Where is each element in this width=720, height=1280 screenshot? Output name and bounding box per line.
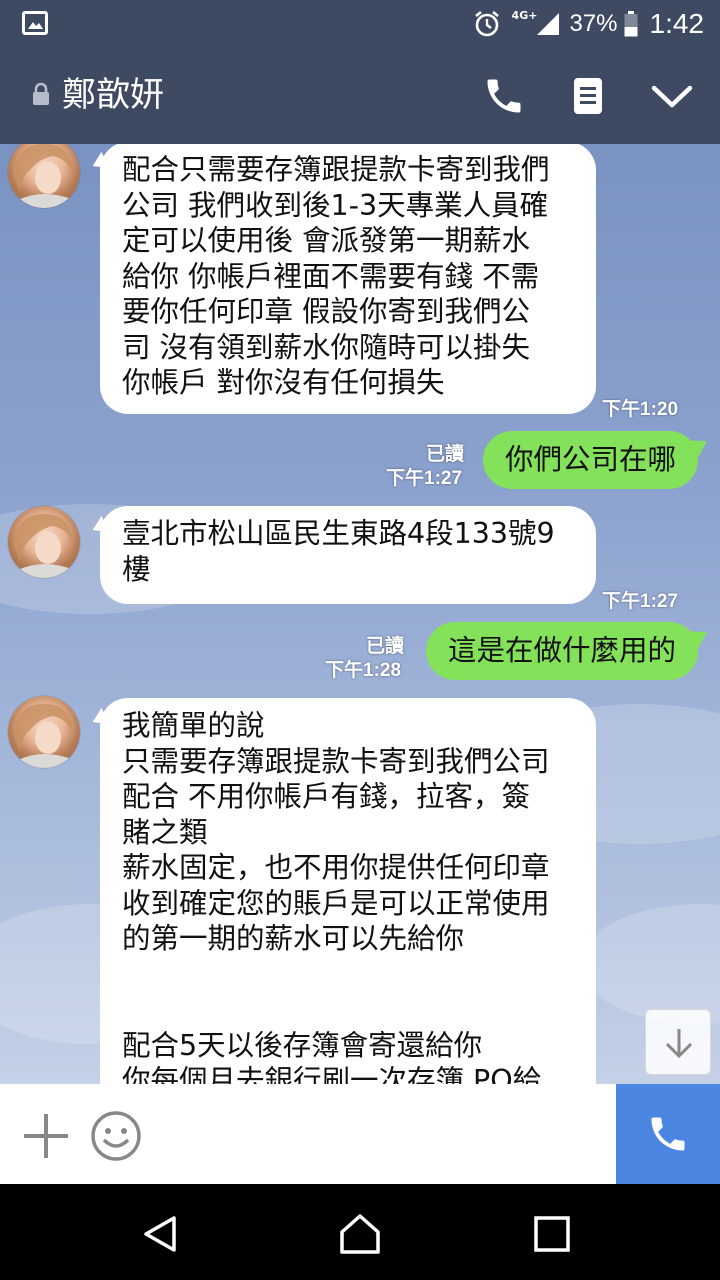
scroll-to-bottom-button[interactable] [645,1009,711,1075]
notes-icon [574,78,602,114]
gallery-icon [22,11,48,35]
voice-call-button[interactable] [482,74,526,118]
incoming-message-bubble[interactable]: 配合只需要存簿跟提款卡寄到我們 公司 我們收到後1-3天專業人員確 定可以使用後… [100,144,596,414]
read-receipt: 已讀 [365,636,404,657]
incoming-message-bubble[interactable]: 我簡單的說 只需要存簿跟提款卡寄到我們公司 配合 不用你帳戶有錢，拉客，簽 賭之… [100,698,596,1084]
alarm-icon [474,10,499,37]
outgoing-message-bubble[interactable]: 你們公司在哪 [482,431,698,489]
status-bar: 4G+ 37% 1:42 [0,0,720,48]
outgoing-message-bubble[interactable]: 這是在做什麼用的 [425,622,698,680]
avatar[interactable] [8,144,80,208]
call-button[interactable] [616,1084,720,1184]
navigation-bar [0,1184,720,1280]
back-icon[interactable] [140,1212,184,1256]
background-cloud [580,904,720,1024]
network-type: 4G+ [511,8,538,22]
emoji-icon[interactable] [90,1110,142,1162]
menu-expand-button[interactable] [650,74,694,118]
phone-icon [487,79,521,113]
message-timestamp: 下午1:28 [325,660,402,681]
recents-icon[interactable] [530,1212,574,1256]
battery-percent: 37% [569,10,618,37]
avatar[interactable] [8,506,80,578]
battery-icon [624,11,637,37]
notes-button[interactable] [566,74,610,118]
incoming-message-bubble[interactable]: 壹北市松山區民生東路4段133號9 樓 [100,506,596,604]
home-icon[interactable] [338,1212,382,1256]
message-timestamp: 下午1:20 [602,399,679,420]
input-bar [0,1084,720,1184]
chat-area[interactable]: 配合只需要存簿跟提款卡寄到我們 公司 我們收到後1-3天專業人員確 定可以使用後… [0,144,720,1084]
chat-title: 鄭歆妍 [62,75,164,115]
signal-icon [537,13,560,35]
chevron-down-icon [651,85,693,108]
avatar[interactable] [8,696,80,768]
chat-header: 鄭歆妍 [0,48,720,144]
plus-icon[interactable] [22,1112,70,1160]
message-timestamp: 下午1:27 [602,591,679,612]
status-clock: 1:42 [649,8,705,39]
phone-icon [651,1117,685,1151]
lock-icon [33,82,49,105]
read-receipt: 已讀 [425,444,464,465]
message-timestamp: 下午1:27 [386,468,463,489]
arrow-down-icon [665,1029,693,1059]
